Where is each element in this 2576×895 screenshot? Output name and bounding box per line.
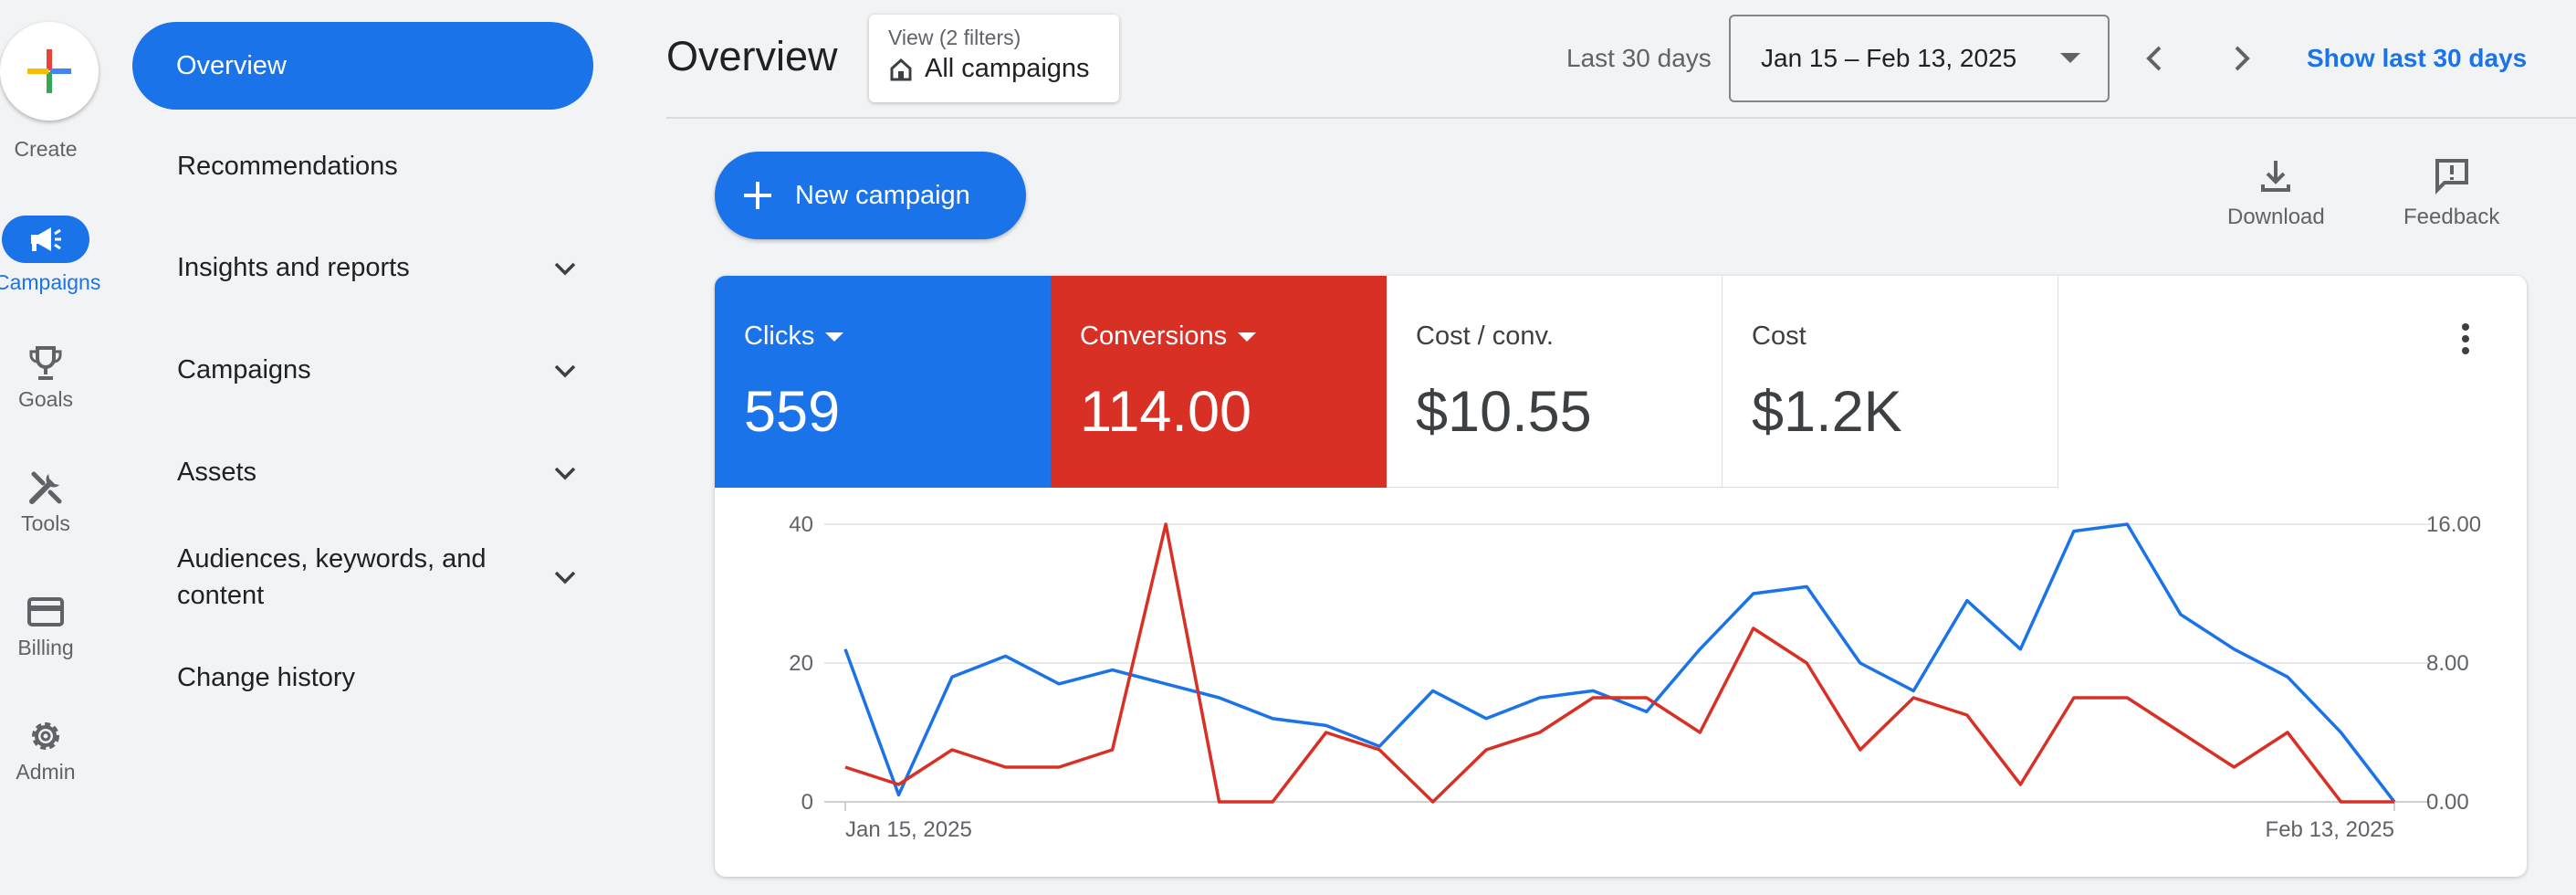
previous-period-button[interactable] bbox=[2136, 40, 2173, 77]
feedback-button[interactable]: Feedback bbox=[2403, 155, 2499, 230]
nav-audiences[interactable]: Audiences, keywords, and content bbox=[177, 541, 579, 614]
rail-admin-label: Admin bbox=[16, 760, 76, 784]
show-last-30-days-link[interactable]: Show last 30 days bbox=[2307, 44, 2527, 73]
feedback-icon bbox=[2435, 159, 2468, 195]
right-axis-tick-label: 16.00 bbox=[2426, 512, 2481, 537]
view-filter-selector[interactable]: View (2 filters) All campaigns bbox=[869, 15, 1119, 102]
left-rail: Create Campaigns Goals Tools Billing Adm… bbox=[0, 0, 100, 895]
feedback-label: Feedback bbox=[2403, 205, 2500, 229]
rail-billing-label: Billing bbox=[17, 636, 74, 659]
view-selection: All campaigns bbox=[888, 54, 1119, 84]
nav-audiences-label: Audiences, keywords, and content bbox=[177, 541, 487, 614]
nav-recommendations-label: Recommendations bbox=[177, 152, 398, 181]
nav-overview[interactable]: Overview bbox=[132, 22, 593, 110]
rail-tools[interactable]: Tools bbox=[0, 462, 91, 536]
nav-recommendations[interactable]: Recommendations bbox=[177, 152, 579, 182]
trophy-icon bbox=[20, 338, 71, 389]
performance-line-chart: 0 20 40 0.00 8.00 16.00 Jan 15, 2025 Feb 13, 20… bbox=[789, 512, 2481, 842]
left-axis-tick-label: 40 bbox=[789, 512, 813, 537]
create-button[interactable] bbox=[0, 22, 99, 121]
chevron-right-icon bbox=[2235, 46, 2250, 71]
period-label: Last 30 days bbox=[1566, 44, 1712, 72]
nav-campaigns-label: Campaigns bbox=[177, 355, 311, 384]
new-campaign-label: New campaign bbox=[795, 180, 970, 210]
right-axis-tick-label: 8.00 bbox=[2426, 651, 2469, 676]
view-selection-label: All campaigns bbox=[925, 54, 1090, 83]
nav-audiences-line1: Audiences, keywords, and bbox=[177, 544, 487, 574]
x-axis-start-label: Jan 15, 2025 bbox=[845, 817, 972, 842]
rail-tools-label: Tools bbox=[21, 511, 70, 535]
home-icon bbox=[890, 58, 912, 80]
nav-change-history-label: Change history bbox=[177, 663, 356, 692]
nav-assets[interactable]: Assets bbox=[177, 458, 579, 488]
nav-insights[interactable]: Insights and reports bbox=[177, 253, 579, 283]
chevron-left-icon bbox=[2146, 46, 2162, 71]
rail-goals[interactable]: Goals bbox=[0, 338, 91, 412]
header-divider bbox=[666, 117, 2576, 119]
chevron-down-icon[interactable] bbox=[551, 255, 579, 282]
download-button[interactable]: Download bbox=[2227, 155, 2325, 230]
right-axis-tick-label: 0.00 bbox=[2426, 790, 2469, 815]
chevron-down-icon[interactable] bbox=[551, 459, 579, 487]
date-range-value: Jan 15 – Feb 13, 2025 bbox=[1761, 44, 2017, 72]
left-axis-tick-label: 20 bbox=[789, 651, 813, 676]
performance-card: Clicks 559 Conversions 114.00 Cost / con… bbox=[715, 276, 2527, 877]
x-axis-end-label: Feb 13, 2025 bbox=[2266, 817, 2394, 842]
wrench-screwdriver-icon bbox=[20, 462, 71, 513]
nav-assets-label: Assets bbox=[177, 458, 257, 487]
dropdown-caret-icon bbox=[2060, 53, 2080, 63]
download-icon bbox=[2261, 161, 2291, 192]
plus-icon bbox=[744, 182, 771, 209]
page-title: Overview bbox=[666, 33, 838, 79]
download-label: Download bbox=[2227, 205, 2325, 229]
next-period-button[interactable] bbox=[2224, 40, 2260, 77]
plus-multicolor-icon bbox=[27, 49, 71, 93]
credit-card-icon bbox=[20, 586, 71, 637]
left-axis-tick-label: 0 bbox=[801, 790, 813, 815]
gear-icon bbox=[20, 711, 71, 762]
rail-campaigns-pill bbox=[2, 216, 89, 263]
date-range-picker[interactable]: Jan 15 – Feb 13, 2025 bbox=[1729, 15, 2110, 102]
rail-create[interactable]: Create bbox=[0, 130, 91, 162]
rail-goals-label: Goals bbox=[17, 387, 74, 411]
nav-insights-label: Insights and reports bbox=[177, 253, 410, 282]
chevron-down-icon[interactable] bbox=[551, 563, 579, 591]
nav-campaigns[interactable]: Campaigns bbox=[177, 355, 579, 385]
new-campaign-button[interactable]: New campaign bbox=[715, 152, 1026, 239]
nav-change-history[interactable]: Change history bbox=[177, 663, 579, 693]
nav-audiences-line2: content bbox=[177, 581, 265, 610]
chevron-down-icon[interactable] bbox=[551, 357, 579, 384]
view-filter-count: View (2 filters) bbox=[888, 26, 1021, 49]
megaphone-icon bbox=[31, 227, 61, 251]
rail-billing[interactable]: Billing bbox=[0, 586, 91, 660]
rail-create-label: Create bbox=[14, 137, 78, 161]
rail-campaigns[interactable]: Campaigns bbox=[0, 216, 101, 295]
rail-admin[interactable]: Admin bbox=[0, 711, 91, 784]
rail-campaigns-label: Campaigns bbox=[0, 270, 101, 294]
